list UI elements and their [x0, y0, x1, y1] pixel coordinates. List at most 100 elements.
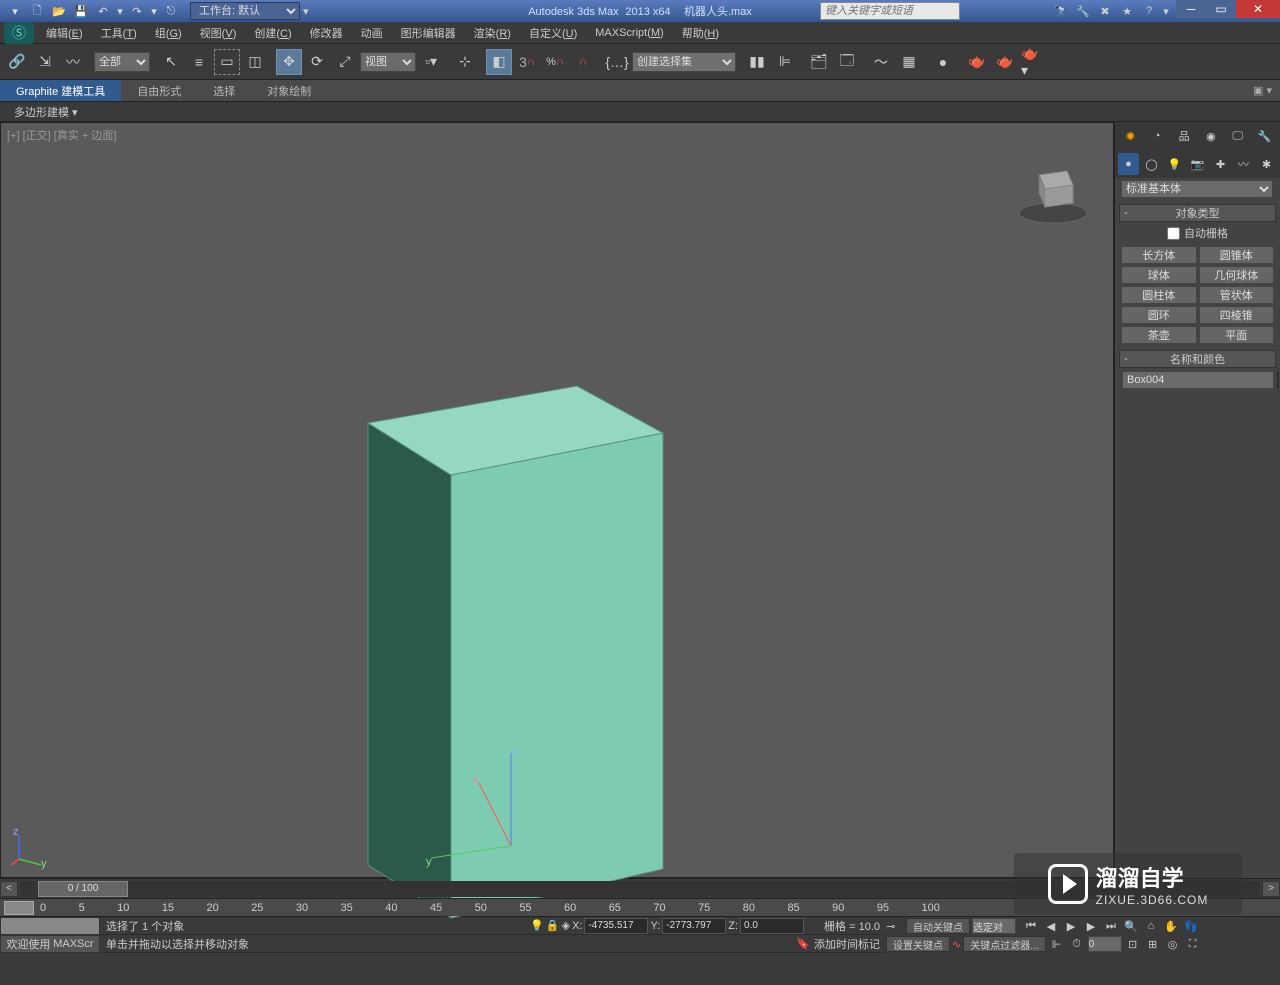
subribbon-polymodel[interactable]: 多边形建模 ▾	[8, 102, 84, 122]
prev-frame-icon[interactable]: ◀	[1042, 918, 1060, 934]
workspace-dd-icon[interactable]: ▾	[300, 5, 312, 18]
btn-sphere[interactable]: 球体	[1121, 266, 1197, 284]
slider-left-button[interactable]: <	[0, 881, 18, 897]
percent-snap-icon[interactable]: %∩	[542, 49, 568, 75]
tool-icon[interactable]: 🔧	[1074, 2, 1092, 20]
nav-fov-icon[interactable]: ⌂	[1142, 918, 1160, 934]
menu-tools[interactable]: 工具(T)	[93, 23, 145, 43]
btn-pyramid[interactable]: 四棱锥	[1199, 306, 1275, 324]
lock-selection-icon[interactable]: 🔒	[546, 919, 560, 932]
key-mode-icon[interactable]: ∿	[952, 938, 961, 951]
nav-zoom-extents-icon[interactable]: ⊞	[1144, 936, 1162, 952]
goto-end-icon[interactable]: ⏭	[1102, 918, 1120, 934]
object-color-swatch[interactable]	[1277, 371, 1279, 389]
angle-snap-icon[interactable]: 3∩	[514, 49, 540, 75]
object-name-input[interactable]	[1122, 371, 1274, 389]
btn-plane[interactable]: 平面	[1199, 326, 1275, 344]
curve-editor-icon[interactable]: 〜	[868, 49, 894, 75]
menu-maxscript[interactable]: MAXScript(M)	[587, 25, 671, 41]
undo-dd-icon[interactable]: ▾	[116, 2, 124, 20]
menu-modifiers[interactable]: 修改器	[302, 23, 351, 43]
key-icon[interactable]: ⊸	[886, 920, 904, 933]
manipulate-icon[interactable]: ⊹	[452, 49, 478, 75]
menu-rendering[interactable]: 渲染(R)	[466, 23, 519, 43]
setkey-button[interactable]: 设置关键点	[886, 936, 950, 952]
slider-right-button[interactable]: >	[1262, 881, 1280, 897]
goto-start-icon[interactable]: ⏮	[1022, 918, 1040, 934]
btn-geosphere[interactable]: 几何球体	[1199, 266, 1275, 284]
menu-help[interactable]: 帮助(H)	[674, 23, 727, 43]
maximize-button[interactable]: ▭	[1206, 0, 1236, 18]
bind-spacewarp-icon[interactable]: 〰	[60, 49, 86, 75]
tab-motion-icon[interactable]: ◉	[1200, 125, 1222, 147]
cameras-icon[interactable]: 📷	[1187, 153, 1208, 175]
add-time-tag[interactable]: 添加时间标记	[814, 936, 880, 952]
tab-create-icon[interactable]: ✺	[1119, 125, 1141, 147]
app-menu-icon[interactable]: ▾	[6, 2, 24, 20]
selection-filter-select[interactable]: 全部	[94, 52, 150, 72]
auto-grid-checkbox[interactable]	[1167, 227, 1180, 240]
layer-icon[interactable]: 🗂	[806, 49, 832, 75]
y-coord-input[interactable]	[662, 918, 726, 934]
tab-display-icon[interactable]: 🖵	[1227, 125, 1249, 147]
tab-utilities-icon[interactable]: 🔧	[1254, 125, 1276, 147]
x-coord-input[interactable]	[584, 918, 648, 934]
render-setup-icon[interactable]: 🫖	[964, 49, 990, 75]
time-slider-handle[interactable]: 0 / 100	[38, 881, 128, 897]
select-move-icon[interactable]: ✥	[276, 49, 302, 75]
explorer-icon[interactable]: 🗔	[834, 49, 860, 75]
undo-icon[interactable]: ↶	[94, 2, 112, 20]
spacewarps-icon[interactable]: 〰	[1233, 153, 1254, 175]
mini-listener[interactable]	[0, 917, 100, 935]
btn-box[interactable]: 长方体	[1121, 246, 1197, 264]
nav-orbit-icon[interactable]: ◎	[1164, 936, 1182, 952]
close-button[interactable]: ✕	[1236, 0, 1280, 18]
schematic-icon[interactable]: ▦	[896, 49, 922, 75]
window-crossing-icon[interactable]: ◫	[242, 49, 268, 75]
help-icon[interactable]: ?	[1140, 2, 1158, 20]
workspace-select[interactable]: 工作台: 默认	[190, 2, 300, 20]
track-key-icon[interactable]	[4, 901, 34, 915]
unlink-icon[interactable]: ⇲	[32, 49, 58, 75]
redo-icon[interactable]: ↷	[128, 2, 146, 20]
play-icon[interactable]: ▶	[1062, 918, 1080, 934]
time-config-icon[interactable]: ⏱	[1068, 936, 1086, 952]
material-editor-icon[interactable]: ●	[930, 49, 956, 75]
next-frame-icon[interactable]: ▶	[1082, 918, 1100, 934]
minimize-button[interactable]: ─	[1176, 0, 1206, 18]
tab-modify-icon[interactable]: ◔	[1146, 125, 1168, 147]
menu-views[interactable]: 视图(V)	[192, 23, 245, 43]
ribbon-expand-icon[interactable]: ▣ ▾	[1245, 82, 1280, 99]
nav-max-toggle-icon[interactable]: ⛶	[1184, 936, 1202, 952]
new-icon[interactable]: 🗋	[28, 2, 46, 20]
btn-cylinder[interactable]: 圆柱体	[1121, 286, 1197, 304]
save-icon[interactable]: 💾	[72, 2, 90, 20]
named-sel-select[interactable]: 创建选择集	[632, 52, 736, 72]
autokey-button[interactable]: 自动关键点	[906, 918, 970, 934]
menu-create[interactable]: 创建(C)	[246, 23, 299, 43]
pivot-icon[interactable]: ▫▾	[418, 49, 444, 75]
menu-customize[interactable]: 自定义(U)	[521, 23, 585, 43]
btn-teapot[interactable]: 茶壶	[1121, 326, 1197, 344]
menu-animation[interactable]: 动画	[353, 23, 391, 43]
selected-field[interactable]	[972, 918, 1016, 934]
btn-torus[interactable]: 圆环	[1121, 306, 1197, 324]
snap-toggle-icon[interactable]: ◧	[486, 49, 512, 75]
ribbon-tab-freeform[interactable]: 自由形式	[121, 80, 197, 101]
link-icon[interactable]: ⎋	[162, 2, 180, 20]
rollout-object-type[interactable]: 对象类型	[1119, 204, 1276, 222]
key-filters-button[interactable]: 关键点过滤器...	[963, 936, 1045, 952]
search-input[interactable]	[820, 2, 960, 20]
nav-pan-icon[interactable]: ✋	[1162, 918, 1180, 934]
primitive-category-select[interactable]: 标准基本体	[1121, 180, 1273, 198]
spinner-snap-icon[interactable]: ∩	[570, 49, 596, 75]
select-scale-icon[interactable]: ⤢	[332, 49, 358, 75]
lights-icon[interactable]: 💡	[1164, 153, 1185, 175]
btn-cone[interactable]: 圆锥体	[1199, 246, 1275, 264]
nav-zoom-icon[interactable]: 🔍	[1122, 918, 1140, 934]
rollout-name-color[interactable]: 名称和颜色	[1119, 350, 1276, 368]
key-mode-step-icon[interactable]: ⊩	[1048, 936, 1066, 952]
ribbon-tab-selection[interactable]: 选择	[197, 80, 251, 101]
redo-dd-icon[interactable]: ▾	[150, 2, 158, 20]
nav-walk-icon[interactable]: 👣	[1182, 918, 1200, 934]
